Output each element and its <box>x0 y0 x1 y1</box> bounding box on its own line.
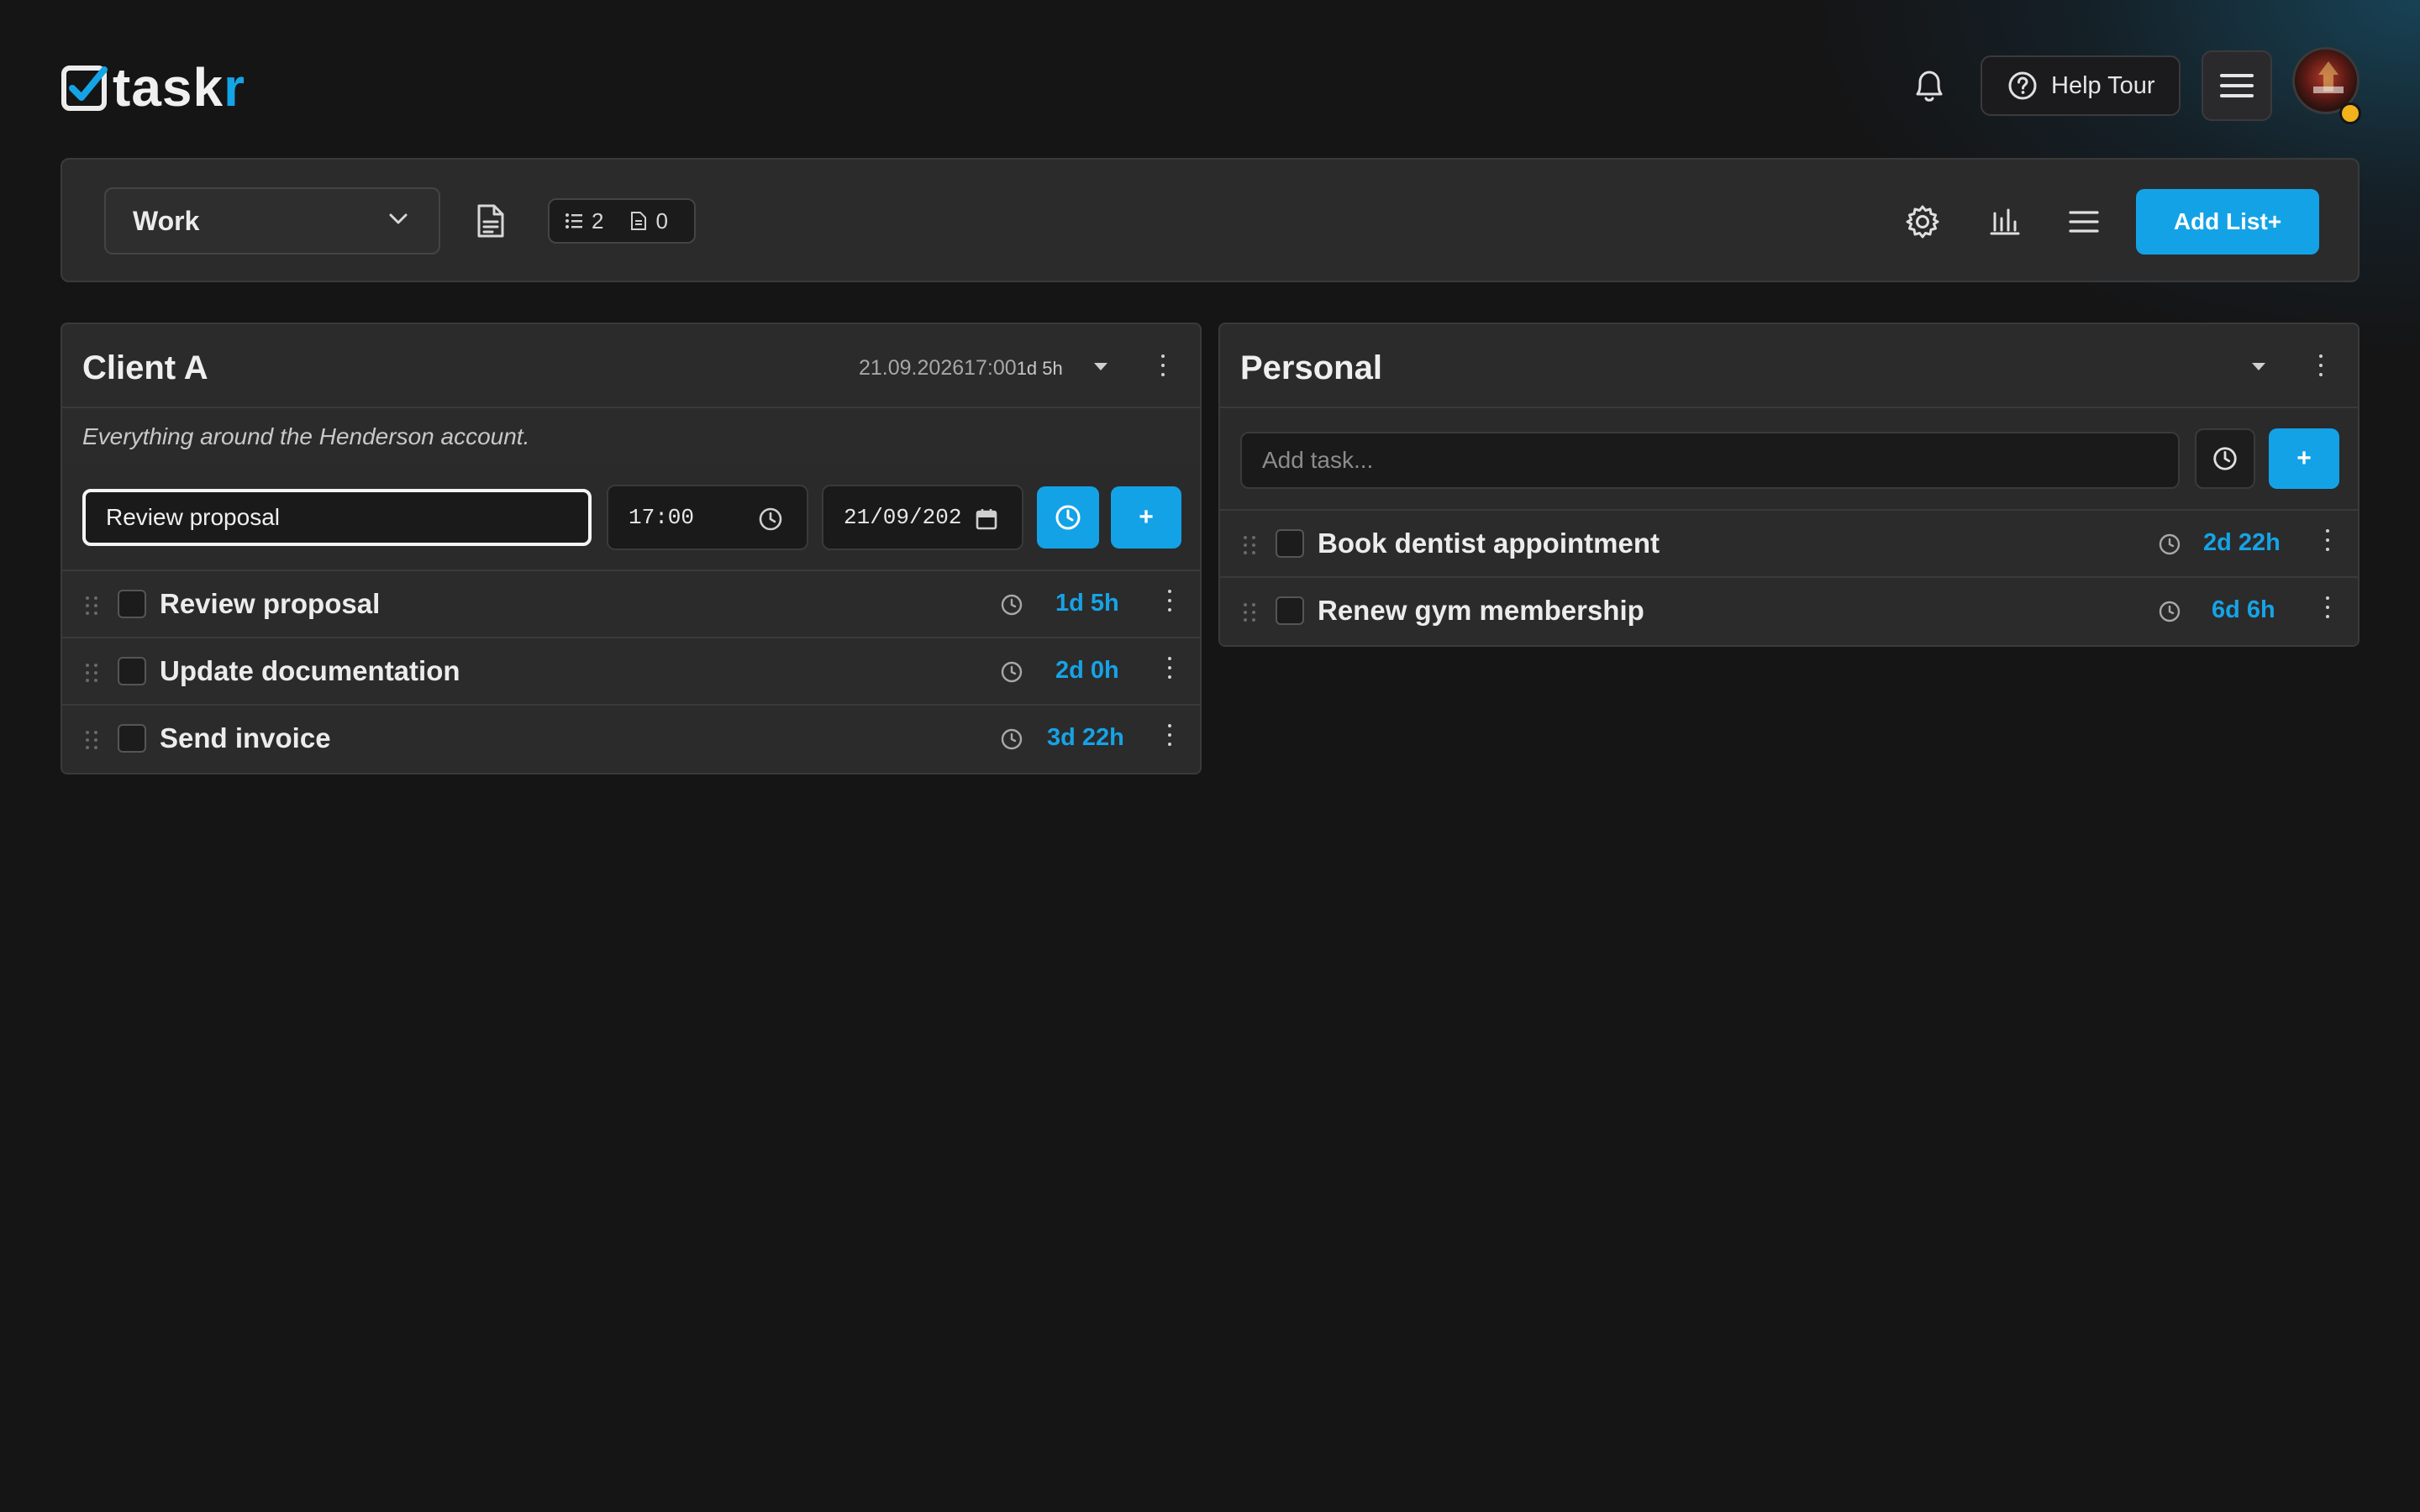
hamburger-menu-icon <box>2220 74 2254 97</box>
bar-chart-icon[interactable] <box>1986 203 2023 240</box>
task-label[interactable]: Book dentist appointment <box>1318 528 1660 559</box>
list-description: Everything around the Henderson account. <box>62 408 1200 464</box>
task-options-icon[interactable] <box>1166 657 1173 679</box>
list-title[interactable]: Client A <box>82 349 208 387</box>
list-deadline[interactable]: 21.09.2026 17:00 1d 5h <box>859 356 1063 381</box>
list-icon <box>566 213 582 228</box>
task-label[interactable]: Update documentation <box>160 655 460 687</box>
task-options-icon[interactable] <box>2324 529 2331 551</box>
task-list-client-a: Client A 21.09.2026 17:00 1d 5h Everything… <box>60 323 1202 774</box>
list-menu-icon[interactable] <box>2065 203 2102 240</box>
clock-icon <box>2159 533 2181 555</box>
task-label[interactable]: Send invoice <box>160 722 331 754</box>
task-options-icon[interactable] <box>2324 596 2331 618</box>
clock-icon <box>759 507 782 531</box>
drag-handle-icon[interactable] <box>86 664 97 682</box>
set-reminder-button[interactable] <box>1037 486 1099 549</box>
hamburger-menu-button[interactable] <box>2202 50 2272 121</box>
add-task-input[interactable] <box>82 489 592 546</box>
settings-gear-icon[interactable] <box>1904 203 1941 240</box>
task-checkbox[interactable] <box>1276 596 1304 625</box>
task-row[interactable]: Send invoice 3d 22h <box>62 706 1200 773</box>
checkbox-logo-icon <box>61 66 108 111</box>
bell-icon[interactable] <box>1911 66 1948 106</box>
set-reminder-button[interactable] <box>2195 428 2255 489</box>
task-row[interactable]: Book dentist appointment 2d 22h <box>1220 511 2358 578</box>
calendar-icon <box>976 509 997 530</box>
task-label[interactable]: Renew gym membership <box>1318 595 1644 627</box>
document-icon[interactable] <box>476 203 506 239</box>
clock-icon <box>2159 601 2181 622</box>
list-options-icon[interactable] <box>1160 354 1166 376</box>
task-row[interactable]: Update documentation 2d 0h <box>62 638 1200 706</box>
add-task-row: + <box>1220 408 2358 511</box>
premium-badge-icon <box>2339 102 2361 124</box>
board-counts-badge: 2 0 <box>548 198 696 244</box>
lists-count: 2 <box>565 208 603 234</box>
board-select[interactable]: Work <box>104 187 440 255</box>
help-tour-button[interactable]: Help Tour <box>1981 55 2181 116</box>
help-circle-icon <box>2008 71 2037 100</box>
task-checkbox[interactable] <box>1276 529 1304 558</box>
list-options-icon[interactable] <box>2317 354 2324 376</box>
list-title[interactable]: Personal <box>1240 349 1382 387</box>
add-task-button[interactable]: + <box>1111 486 1181 549</box>
task-checkbox[interactable] <box>118 724 146 753</box>
drag-handle-icon[interactable] <box>86 596 97 615</box>
due-time-input[interactable]: 17:00 <box>607 485 808 550</box>
clock-icon <box>1001 728 1023 750</box>
task-remaining-time: 3d 22h <box>1047 724 1124 751</box>
app-header: taskr Help Tour <box>0 0 2420 160</box>
board-select-value: Work <box>133 205 200 236</box>
task-options-icon[interactable] <box>1166 724 1173 746</box>
add-list-button[interactable]: Add List+ <box>2136 189 2319 255</box>
add-task-input[interactable] <box>1240 432 2180 489</box>
drag-handle-icon[interactable] <box>1244 536 1255 554</box>
task-options-icon[interactable] <box>1166 590 1173 612</box>
plus-icon: + <box>2296 444 2312 472</box>
add-task-row: 17:00 21/09/202 + <box>62 464 1200 571</box>
task-list-personal: Personal + Book dentist appointment 2d 2… <box>1218 323 2360 647</box>
taskr-logo[interactable]: taskr <box>60 60 245 114</box>
add-task-button[interactable]: + <box>2269 428 2339 489</box>
help-tour-label: Help Tour <box>2051 71 2155 99</box>
clock-icon <box>1055 505 1081 530</box>
notes-count: 0 <box>630 208 668 234</box>
plus-icon: + <box>1139 503 1154 531</box>
task-remaining-time: 1d 5h <box>1055 590 1119 617</box>
due-date-input[interactable]: 21/09/202 <box>822 485 1023 550</box>
clock-icon <box>1001 594 1023 616</box>
task-row[interactable]: Review proposal 1d 5h <box>62 571 1200 638</box>
task-remaining-time: 6d 6h <box>2212 596 2275 623</box>
board-toolbar: Work 2 0 Add List+ <box>60 158 2360 282</box>
task-remaining-time: 2d 22h <box>2203 529 2281 556</box>
clock-icon <box>2213 447 2237 470</box>
clock-icon <box>1001 661 1023 683</box>
drag-handle-icon[interactable] <box>86 731 97 749</box>
task-remaining-time: 2d 0h <box>1055 657 1119 684</box>
task-row[interactable]: Renew gym membership 6d 6h <box>1220 578 2358 645</box>
caret-down-icon[interactable] <box>1094 363 1107 370</box>
note-icon <box>631 212 647 230</box>
task-checkbox[interactable] <box>118 590 146 618</box>
list-header: Client A 21.09.2026 17:00 1d 5h <box>62 324 1200 408</box>
logo-text: taskr <box>113 57 245 118</box>
task-label[interactable]: Review proposal <box>160 588 380 620</box>
caret-down-icon[interactable] <box>2252 363 2265 370</box>
list-header: Personal <box>1220 324 2358 408</box>
task-checkbox[interactable] <box>118 657 146 685</box>
chevron-down-icon <box>389 213 408 224</box>
drag-handle-icon[interactable] <box>1244 603 1255 622</box>
